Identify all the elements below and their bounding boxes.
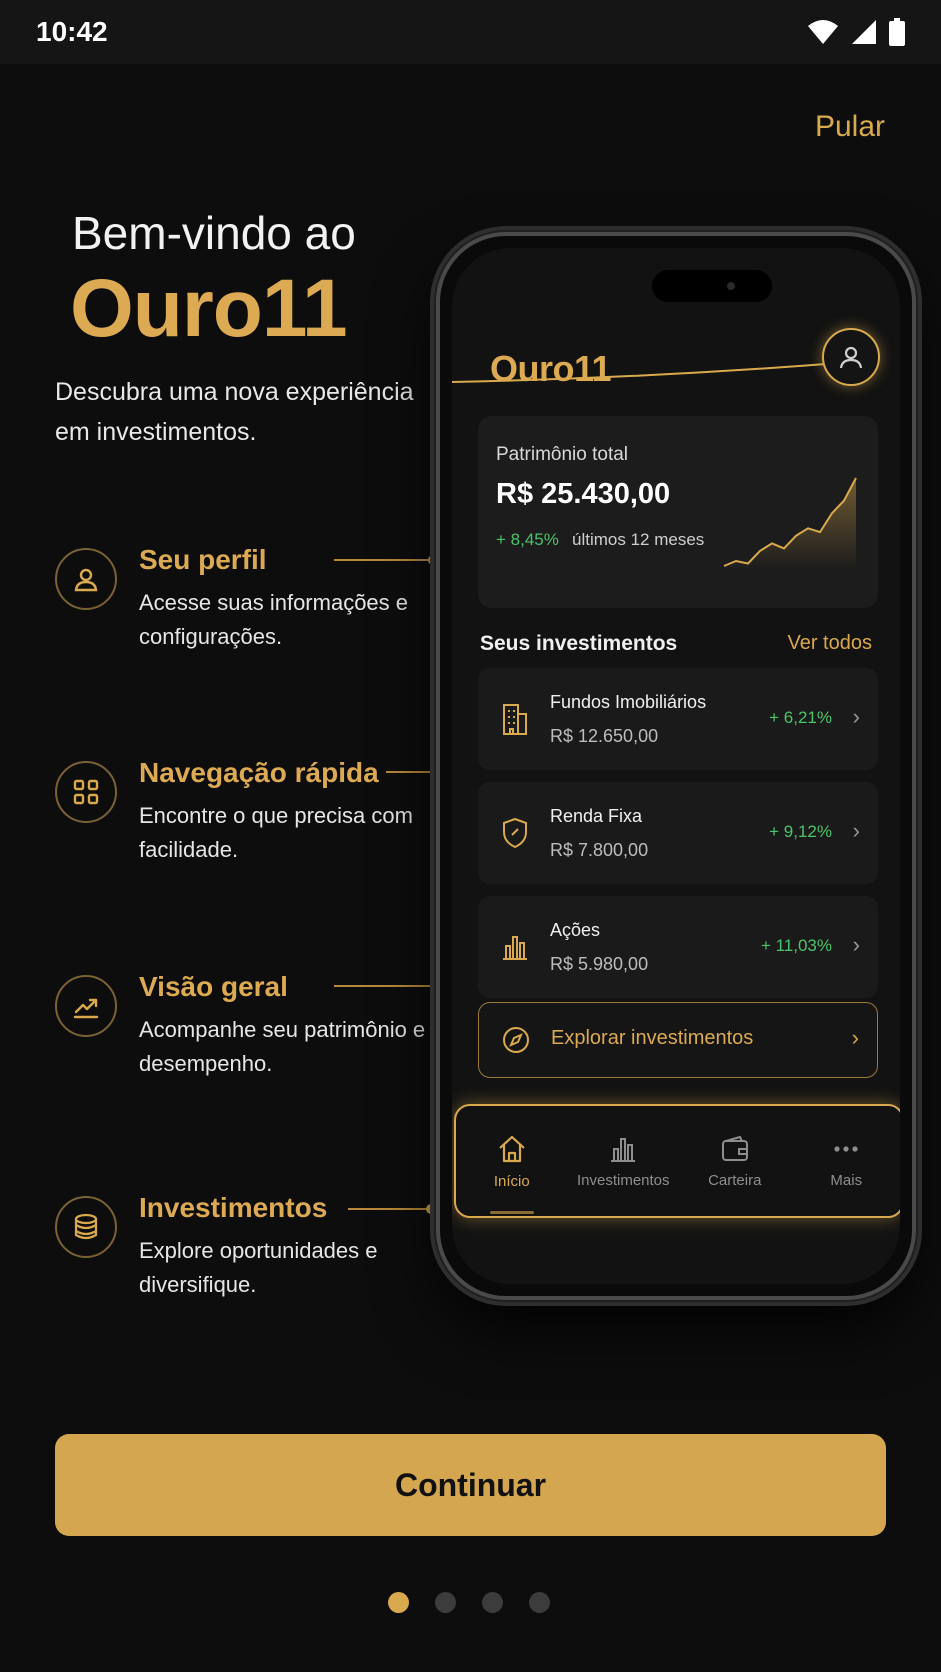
total-assets-value: R$ 25.430,00 [496,478,671,510]
page-dot[interactable] [435,1592,456,1613]
investment-change: + 11,03% [760,936,832,955]
investment-name: Renda Fixa [550,806,643,826]
sparkline-area [724,478,856,570]
total-assets-label: Patrimônio total [496,444,629,465]
wallet-icon [721,1135,748,1161]
feature-title: Navegação rápida [139,757,379,788]
total-assets-change: + 8,45% [496,530,559,549]
chevron-right-icon: › [852,704,860,729]
phone-mockup: Ouro11 Patrimônio total R$ 25.430,00 + 8… [436,232,916,1300]
investment-name: Ações [550,920,601,940]
nav-investments[interactable]: Investimentos [568,1106,680,1216]
investment-row-renda-fixa[interactable]: Renda Fixa R$ 7.800,00 + 9,12% › [478,782,878,884]
investment-row-fii[interactable]: Fundos Imobiliários R$ 12.650,00 + 6,21%… [478,668,878,770]
signal-icon [852,20,876,44]
coins-icon [74,1213,98,1240]
trend-up-icon [73,998,99,1019]
investment-change: + 9,12% [769,822,832,841]
home-icon [499,1135,525,1162]
nav-label: Mais [830,1171,863,1189]
section-title: Seus investimentos [480,632,678,655]
brand-underline [452,361,852,383]
feature-description: Explore oportunidades e diversifique. [139,1238,378,1297]
feature-description: Encontre o que precisa com facilidade. [139,803,413,862]
page-dot[interactable] [482,1592,503,1613]
continue-button[interactable]: Continuar [55,1434,886,1536]
phone-screen: Ouro11 Patrimônio total R$ 25.430,00 + 8… [452,248,900,1284]
grid-icon [73,779,99,805]
welcome-heading: Bem-vindo ao [72,207,356,259]
nav-home[interactable]: Início [456,1106,568,1216]
chevron-right-icon: › [852,818,860,843]
total-assets-period: últimos 12 meses [572,530,705,549]
feature-icon-circle [55,761,117,823]
page-dot-active[interactable] [388,1592,409,1613]
investment-row-acoes[interactable]: Ações R$ 5.980,00 + 11,03% › [478,896,878,998]
brand-title: Ouro11 [70,263,348,354]
system-icons [807,18,905,46]
connector-line [348,1204,436,1214]
total-assets-card[interactable]: Patrimônio total R$ 25.430,00 + 8,45% úl… [478,416,878,608]
skip-button[interactable]: Pular [815,110,885,144]
nav-label: Investimentos [576,1171,670,1189]
compass-icon [503,1027,529,1053]
feature-title: Investimentos [139,1192,328,1223]
feature-title: Visão geral [139,971,288,1002]
connector-dot [426,1204,436,1214]
feature-description: Acompanhe seu patrimônio e desempenho. [139,1017,426,1076]
feature-icon-circle [55,548,117,610]
connector-line [334,555,438,565]
investment-value: R$ 12.650,00 [550,726,659,746]
more-icon [834,1145,858,1152]
explore-investments-button[interactable]: Explorar investimentos › [478,1002,878,1078]
building-icon [503,704,527,735]
nav-label: Carteira [708,1171,762,1189]
view-all-link[interactable]: Ver todos [787,632,872,655]
investment-name: Fundos Imobiliários [550,692,707,712]
chevron-right-icon: › [852,932,860,957]
feature-icon-circle [55,975,117,1037]
status-time: 10:42 [36,16,108,47]
hero-description: Descubra uma nova experiência em investi… [55,378,414,446]
investment-value: R$ 7.800,00 [550,840,649,860]
battery-icon [889,18,905,46]
investment-change: + 6,21% [769,708,832,727]
user-icon [74,568,98,592]
bottom-navigation: Início Investimentos Carteira Mais [454,1104,900,1218]
pagination-dots [388,1592,550,1613]
shield-icon [503,817,527,849]
nav-label: Início [493,1172,530,1190]
bar-chart-icon [503,936,527,960]
active-indicator [489,1211,534,1214]
user-icon [839,346,863,369]
sparkline-chart [723,477,857,570]
investment-value: R$ 5.980,00 [550,954,649,974]
explore-label: Explorar investimentos [551,1027,754,1049]
bar-chart-icon [611,1137,636,1162]
phone-camera [727,282,735,290]
nav-more[interactable]: Mais [791,1106,901,1216]
nav-wallet[interactable]: Carteira [679,1106,791,1216]
phone-notch [652,270,772,302]
feature-icon-circle [55,1196,117,1258]
feature-description: Acesse suas informações e configurações. [139,590,409,649]
page-dot[interactable] [529,1592,550,1613]
feature-title: Seu perfil [139,544,267,575]
status-bar: 10:42 [0,0,941,64]
wifi-icon [808,20,838,44]
profile-avatar-button[interactable] [822,328,880,386]
chevron-right-icon: › [851,1025,859,1050]
